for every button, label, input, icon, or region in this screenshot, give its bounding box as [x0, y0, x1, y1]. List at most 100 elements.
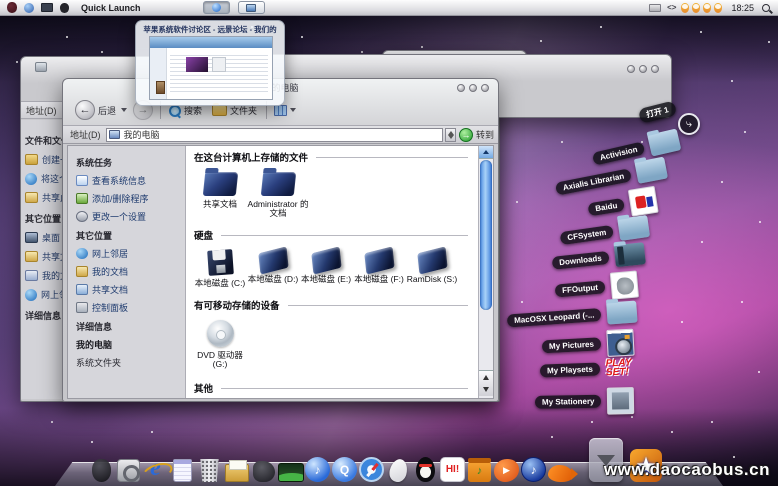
window-controls: [627, 65, 659, 73]
documents-folder-icon[interactable]: [223, 448, 250, 482]
drive-item-dvd-g[interactable]: DVD 驱动器 (G:): [194, 320, 246, 369]
back-dropdown-caret[interactable]: [121, 108, 127, 112]
quick-launch-label: Quick Launch: [81, 3, 141, 13]
maximize-button[interactable]: [469, 84, 477, 92]
network-globe-icon[interactable]: [24, 3, 34, 13]
printer-tray-icon[interactable]: [649, 4, 661, 12]
maximize-button[interactable]: [651, 65, 659, 73]
qq-tray-icon[interactable]: [714, 3, 722, 13]
quicktime-icon[interactable]: Q: [331, 448, 358, 482]
sidebar-item-add-remove[interactable]: 添加/删除程序: [76, 192, 185, 205]
thumbnail-favicon: [156, 81, 165, 94]
close-button[interactable]: [481, 84, 489, 92]
hard-disk-icon: [417, 246, 447, 274]
hard-disk-icon: [258, 246, 288, 274]
address-input[interactable]: 我的电脑: [106, 128, 443, 142]
scroll-up-button[interactable]: [479, 146, 493, 159]
drive-item-f[interactable]: 本地磁盘 (F:): [353, 250, 405, 284]
back-button[interactable]: ←: [75, 100, 95, 120]
views-icon[interactable]: [274, 105, 287, 116]
new-folder-icon: [25, 154, 38, 165]
sidebar-item-my-documents[interactable]: 我的文档: [76, 265, 185, 278]
sidebar-section-details[interactable]: 详细信息: [76, 320, 185, 333]
my-computer-window[interactable]: 我的电脑 ← 后退 → 搜索 文件夹 地址(D) 我的电脑 → 转到 系统任务 …: [62, 78, 499, 402]
section-rule: [316, 157, 468, 158]
sidebar-item-change-setting[interactable]: 更改一个设置: [76, 210, 185, 223]
sidebar-item-system-info[interactable]: 查看系统信息: [76, 174, 185, 187]
scrollbar-thumb[interactable]: [480, 160, 492, 310]
apple-small-icon[interactable]: [60, 3, 69, 13]
sidebar-section-system-tasks[interactable]: 系统任务: [76, 156, 185, 169]
go-label[interactable]: 转到: [476, 128, 494, 141]
qq-tray-icon[interactable]: [681, 3, 689, 13]
back-label[interactable]: 后退: [98, 104, 116, 117]
my-pictures-icon: [606, 329, 634, 357]
stack-open-arrow[interactable]: [678, 113, 700, 135]
internet-explorer-icon[interactable]: e: [142, 448, 169, 482]
qq-penguin-icon[interactable]: [412, 448, 439, 482]
white-mouse-icon[interactable]: [385, 448, 412, 482]
stack-item-my-pictures[interactable]: My Pictures: [541, 329, 634, 361]
dark-pouch-icon[interactable]: [250, 448, 277, 482]
preview-title: 苹果系统软件讨论区 - 远景论坛 - 我们的: [136, 24, 284, 35]
screenshot-icon[interactable]: [277, 448, 304, 482]
notepad-icon[interactable]: [169, 448, 196, 482]
drive-item-d[interactable]: 本地磁盘 (D:): [247, 250, 299, 284]
blue-folder-icon: [202, 172, 238, 196]
sidebar-item-control-panel[interactable]: 控制面板: [76, 301, 185, 314]
sidebar-item-shared-documents[interactable]: 共享文档: [76, 283, 185, 296]
thumbnail-banner: [150, 37, 272, 48]
sidebar-item-network-places[interactable]: 网上邻居: [76, 247, 185, 260]
shared-docs-icon: [25, 251, 38, 262]
finder-apple-icon[interactable]: [88, 448, 115, 482]
ffoutput-icon: [610, 270, 639, 299]
menu-bar-clock[interactable]: 18:25: [731, 3, 754, 13]
minimize-button[interactable]: [639, 65, 647, 73]
itunes-icon[interactable]: [304, 448, 331, 482]
hard-disk-icon: [364, 246, 394, 274]
apple-logo-icon[interactable]: [7, 2, 17, 13]
drive-item-c[interactable]: 本地磁盘 (C:): [194, 250, 246, 288]
taskbar-button-browser[interactable]: [203, 1, 230, 14]
views-dropdown-caret[interactable]: [290, 108, 296, 112]
close-button[interactable]: [627, 65, 635, 73]
section-header-files: 在这台计算机上存储的文件: [194, 150, 478, 164]
sidebar-section-other-places[interactable]: 其它位置: [76, 229, 185, 242]
media-player-icon[interactable]: [493, 448, 520, 482]
trash-icon[interactable]: [196, 448, 223, 482]
taskbar-preview-popup[interactable]: 苹果系统软件讨论区 - 远景论坛 - 我们的: [135, 20, 285, 106]
display-icon[interactable]: [41, 3, 53, 12]
safari-icon[interactable]: [358, 448, 385, 482]
blue-music-icon[interactable]: [520, 448, 547, 482]
thumbnail-image: [186, 57, 208, 72]
spotlight-magnifier-icon[interactable]: [762, 4, 770, 12]
qq-tray-icon[interactable]: [692, 3, 700, 13]
stack-item-my-playsets[interactable]: My PlaysetsPLAY SET!: [540, 358, 632, 379]
code-brackets-tray-icon[interactable]: <>: [667, 3, 676, 12]
system-preferences-icon[interactable]: [115, 448, 142, 482]
browser-thumbnail[interactable]: [149, 36, 273, 100]
qq-tray-icon[interactable]: [703, 3, 711, 13]
folder-item-administrator-documents[interactable]: Administrator 的文档: [247, 172, 309, 218]
drive-item-s[interactable]: RamDisk (S:): [406, 250, 458, 284]
taskbar-button-my-computer[interactable]: [238, 1, 265, 14]
address-dropdown-stepper[interactable]: [445, 128, 456, 142]
folders-icon[interactable]: [212, 105, 227, 116]
hi-messenger-icon[interactable]: HI!: [439, 448, 466, 482]
gift-box-icon[interactable]: [466, 448, 493, 482]
minimize-button[interactable]: [457, 84, 465, 92]
section-rule: [288, 305, 468, 306]
folder-item-shared-documents[interactable]: 共享文档: [194, 172, 246, 209]
folder-icon: [606, 300, 637, 324]
drive-item-e[interactable]: 本地磁盘 (E:): [300, 250, 352, 284]
stack-item-my-stationery[interactable]: My Stationery: [534, 387, 634, 416]
scrollbar[interactable]: [478, 146, 493, 398]
control-panel-icon: [76, 302, 88, 313]
scroll-arrow-buttons[interactable]: [479, 370, 493, 396]
shared-documents-icon: [76, 284, 88, 295]
network-places-icon: [76, 248, 88, 259]
my-computer-icon: [109, 130, 120, 139]
flashget-fish-icon[interactable]: [547, 448, 574, 482]
window-controls: [457, 84, 489, 92]
go-button[interactable]: →: [459, 128, 473, 142]
